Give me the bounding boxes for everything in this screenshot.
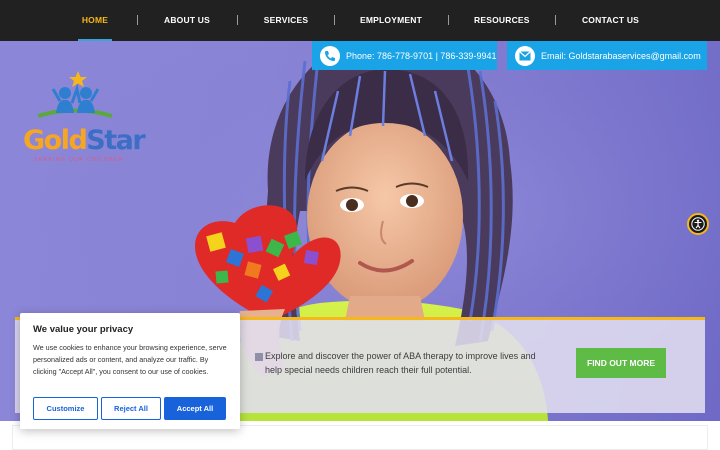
envelope-icon <box>515 45 535 66</box>
nav-separator <box>448 15 449 25</box>
nav-separator <box>237 15 238 25</box>
accessibility-icon[interactable] <box>687 213 709 235</box>
cookie-title: We value your privacy <box>33 324 134 335</box>
banner-bullet <box>255 353 263 361</box>
logo-tagline: SERVING OUR CHILDREN <box>34 157 124 163</box>
find-out-more-button[interactable]: FIND OUT MORE <box>576 348 666 378</box>
nav-separator <box>137 15 138 25</box>
nav-separator <box>555 15 556 25</box>
email-text: Email: Goldstarabaservices@gmail.com <box>541 50 701 61</box>
main-nav: HOME ABOUT US SERVICES EMPLOYMENT RESOUR… <box>0 0 720 41</box>
logo-children-emblem <box>37 71 113 118</box>
goldstar-logo[interactable]: GoldStar SERVING OUR CHILDREN <box>20 69 146 165</box>
nav-separator <box>334 15 335 25</box>
phone-contact-bar[interactable]: Phone: 786-778-9701 | 786-339-9941 <box>312 41 497 70</box>
phone-icon <box>320 45 340 66</box>
nav-services[interactable]: SERVICES <box>262 0 310 41</box>
banner-text: Explore and discover the power of ABA th… <box>265 351 536 375</box>
phone-text: Phone: 786-778-9701 | 786-339-9941 <box>346 50 497 61</box>
email-contact-bar[interactable]: Email: Goldstarabaservices@gmail.com <box>507 41 707 70</box>
customize-button[interactable]: Customize <box>33 397 98 420</box>
cookie-body: We use cookies to enhance your browsing … <box>33 343 227 376</box>
logo-wordmark: GoldStar <box>23 125 146 156</box>
nav-resources[interactable]: RESOURCES <box>474 0 529 41</box>
nav-about-us[interactable]: ABOUT US <box>162 0 212 41</box>
nav-home[interactable]: HOME <box>78 0 112 41</box>
nav-contact-us[interactable]: CONTACT US <box>581 0 640 41</box>
cookie-consent-dialog: We value your privacy We use cookies to … <box>20 313 240 429</box>
reject-all-button[interactable]: Reject All <box>101 397 161 420</box>
nav-employment[interactable]: EMPLOYMENT <box>360 0 422 41</box>
accept-all-button[interactable]: Accept All <box>164 397 226 420</box>
